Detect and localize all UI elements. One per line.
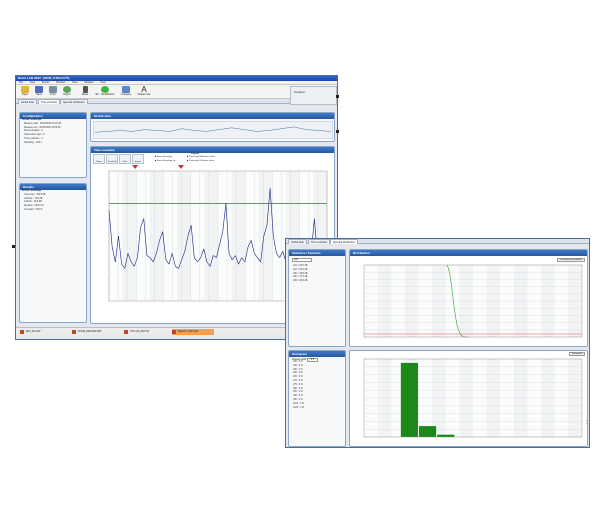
results-row: Overload : 0.00 % bbox=[24, 208, 43, 211]
global-view-chart[interactable] bbox=[93, 121, 333, 139]
statistics-title: Statistics / Function bbox=[289, 250, 345, 256]
company-icon bbox=[122, 86, 130, 93]
text-icon: A bbox=[141, 85, 147, 94]
menu-tools[interactable]: Tools bbox=[72, 81, 78, 84]
status-file[interactable]: EPS_001.N07 bbox=[20, 329, 41, 335]
histogram-config-panel: Histogram Classes width 0.5 L45 : 0 % L5… bbox=[288, 350, 346, 447]
statistics-row: L95 = 46.9 dB bbox=[293, 280, 308, 283]
status-file[interactable]: STYLUS_301.PTE bbox=[124, 329, 149, 335]
menu-view[interactable]: View bbox=[30, 81, 35, 84]
legend-item[interactable]: ■ Noise Envelope bbox=[155, 156, 172, 158]
tab-spectral-distribution[interactable]: Spectral distribution bbox=[60, 99, 88, 104]
event-marker bbox=[132, 165, 139, 169]
callout-marker bbox=[336, 130, 339, 133]
plot-shade bbox=[136, 171, 150, 301]
file-icon bbox=[72, 330, 76, 334]
plot-shade bbox=[190, 171, 205, 301]
classes-width-input[interactable]: 0.5 bbox=[306, 358, 319, 362]
menu-events[interactable]: Events bbox=[42, 81, 50, 84]
histogram-bar bbox=[400, 362, 418, 437]
statistics-window: Global data Time evolution Spectral dist… bbox=[285, 238, 590, 448]
global-view-title: Global view bbox=[91, 113, 334, 119]
edge-marker: : bbox=[586, 420, 588, 426]
meter-icon bbox=[82, 86, 88, 93]
tab-time-evolution[interactable]: Time evolution bbox=[308, 239, 331, 244]
company-box[interactable]: Company : bbox=[290, 86, 337, 105]
histogram-panel: Histogram bbox=[349, 350, 588, 447]
statistics-select[interactable]: Lp5 bbox=[292, 258, 312, 262]
menu-weather[interactable]: Weather bbox=[84, 81, 93, 84]
histogram-chart-label: Histogram bbox=[569, 352, 585, 356]
reset-button[interactable]: Reset bbox=[93, 154, 105, 164]
save-button[interactable]: Save bbox=[32, 86, 46, 98]
legend-title: Legend bbox=[191, 153, 199, 155]
event-marker bbox=[177, 165, 184, 169]
company-button[interactable]: Company bbox=[118, 86, 134, 98]
plot-shade bbox=[218, 171, 232, 301]
distribution-title: Distribution bbox=[350, 250, 587, 256]
tab-time-evolution[interactable]: Time evolution bbox=[38, 99, 61, 104]
print-button[interactable]: Print bbox=[46, 86, 60, 98]
callout-marker bbox=[336, 95, 339, 98]
global-view-background bbox=[93, 121, 333, 139]
legend-item[interactable]: ■ Threshold / Absolute value bbox=[187, 156, 215, 158]
tab-global-data[interactable]: Global data bbox=[18, 99, 37, 104]
results-panel: Results Period / Envelope LCeq max : 108… bbox=[19, 183, 87, 323]
callout-marker bbox=[12, 245, 15, 248]
export-icon bbox=[63, 86, 71, 93]
histogram-row: L105 : 0 % bbox=[293, 406, 304, 409]
file-icon bbox=[20, 330, 24, 334]
company-label: Company : bbox=[294, 91, 307, 94]
tab-spectral-distribution[interactable]: Spectral distribution bbox=[330, 239, 358, 244]
visualization-icon bbox=[101, 86, 109, 93]
histogram-chart[interactable] bbox=[350, 357, 587, 447]
open-button[interactable]: Open bbox=[18, 86, 32, 98]
folder-icon bbox=[21, 86, 29, 93]
chart-legend: Legend ■ Noise Envelope ■ Noise Envelope… bbox=[155, 153, 235, 165]
menu-help[interactable]: Help bbox=[100, 81, 105, 84]
cumulative-label[interactable]: Cumulative distribution bbox=[556, 258, 585, 262]
toolbar: Open Save Print Export Meter 3D - Visual… bbox=[16, 85, 337, 99]
main-tabs: Global data Time evolution Spectral dist… bbox=[16, 99, 337, 104]
config-row: Sampling : 1/32 s bbox=[24, 141, 42, 144]
histogram-bar bbox=[419, 426, 437, 437]
visualization-button[interactable]: 3D - Visualization bbox=[94, 86, 116, 98]
tab-global-data[interactable]: Global data bbox=[288, 239, 307, 244]
distribution-panel: Distribution Cumulative distribution bbox=[349, 249, 588, 347]
global-note-button[interactable]: A Global note bbox=[136, 86, 152, 98]
menu-window[interactable]: Window bbox=[56, 81, 65, 84]
time-evolution-buttons: Reset Threshold Stats Events bbox=[93, 154, 153, 165]
legend-item[interactable]: ■ Noise Envelope Lp bbox=[155, 160, 175, 162]
save-icon bbox=[35, 86, 43, 93]
statistics-panel: Statistics / Function Lp5 L01 = 84.6 dB … bbox=[288, 249, 346, 347]
stats-tabs: Global data Time evolution Spectral dist… bbox=[286, 239, 589, 244]
histogram-bar bbox=[437, 434, 455, 437]
distribution-chart[interactable] bbox=[350, 263, 587, 347]
status-file[interactable]: NOISE_RECORD.N05 bbox=[72, 329, 101, 335]
configuration-panel: Configuration Period / Envelope Measure … bbox=[19, 112, 87, 178]
file-icon bbox=[172, 330, 176, 334]
events-button[interactable]: Events bbox=[132, 154, 144, 164]
meter-button[interactable]: Meter bbox=[78, 86, 92, 98]
file-icon bbox=[124, 330, 128, 334]
plot-shade bbox=[163, 171, 178, 301]
menu-file[interactable]: File bbox=[19, 81, 23, 84]
status-file[interactable]: SELECT_0001.DAT bbox=[172, 329, 214, 335]
export-button[interactable]: Export bbox=[60, 86, 74, 98]
global-view-panel: Global view bbox=[90, 112, 335, 142]
stats-button[interactable]: Stats bbox=[119, 154, 131, 164]
printer-icon bbox=[49, 86, 57, 93]
plot-shade bbox=[245, 171, 259, 301]
legend-item[interactable]: ■ Threshold / Relative value bbox=[187, 160, 214, 162]
threshold-button[interactable]: Threshold bbox=[106, 154, 118, 164]
